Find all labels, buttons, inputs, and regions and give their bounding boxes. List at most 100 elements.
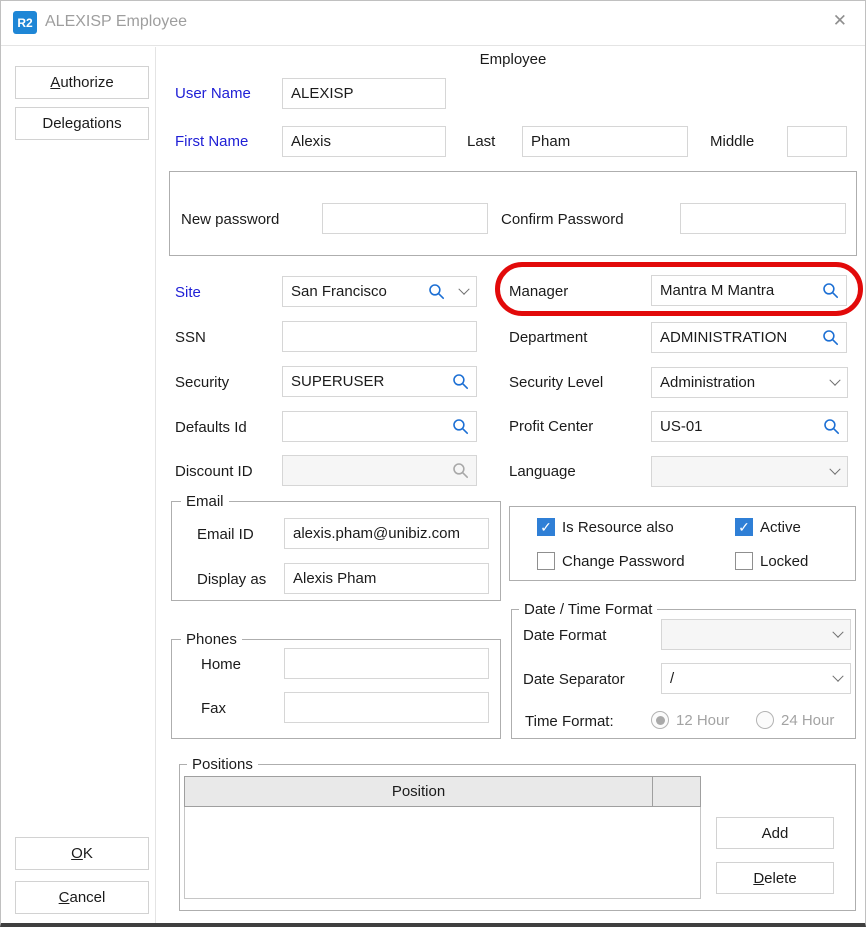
active-checkbox[interactable]: Active: [735, 518, 801, 536]
language-label: Language: [509, 463, 576, 480]
chevron-down-icon: [823, 457, 847, 486]
delegations-button[interactable]: Delegations: [15, 107, 149, 140]
fax-label: Fax: [201, 700, 226, 717]
chevron-down-icon: [826, 620, 850, 649]
date-separator-label: Date Separator: [523, 671, 625, 688]
site-label: Site: [175, 284, 201, 301]
add-position-button[interactable]: Add: [716, 817, 834, 849]
positions-table-header-spacer: [652, 776, 701, 807]
search-icon[interactable]: [821, 281, 840, 300]
defaults-id-label: Defaults Id: [175, 419, 247, 436]
time-format-24h-radio: 24 Hour: [756, 711, 834, 729]
profit-center-combo[interactable]: US-01: [651, 411, 848, 442]
home-phone-label: Home: [201, 656, 241, 673]
ssn-label: SSN: [175, 329, 206, 346]
date-format-label: Date Format: [523, 627, 606, 644]
checkbox-icon: [735, 518, 753, 536]
phones-group-legend: Phones: [181, 631, 242, 648]
positions-table-body[interactable]: [184, 807, 701, 899]
search-icon[interactable]: [427, 282, 446, 301]
manager-combo[interactable]: Mantra M Mantra: [651, 275, 847, 306]
user-name-label: User Name: [175, 85, 251, 102]
date-format-dropdown: [661, 619, 851, 650]
datetime-group-legend: Date / Time Format: [519, 601, 657, 618]
is-resource-checkbox[interactable]: Is Resource also: [537, 518, 674, 536]
display-as-label: Display as: [197, 571, 266, 588]
app-logo-icon: R2: [13, 11, 37, 34]
checkbox-icon: [735, 552, 753, 570]
change-password-label: Change Password: [562, 553, 685, 570]
confirm-password-input[interactable]: [680, 203, 846, 234]
first-name-label: First Name: [175, 133, 248, 150]
department-value: ADMINISTRATION: [652, 329, 821, 346]
time-format-12h-label: 12 Hour: [676, 712, 729, 729]
chevron-down-icon[interactable]: [823, 368, 847, 397]
ssn-input[interactable]: [282, 321, 477, 352]
fax-input[interactable]: [284, 692, 489, 723]
email-id-input[interactable]: [284, 518, 489, 549]
titlebar: R2 ALEXISP Employee ✕: [1, 1, 865, 46]
locked-checkbox[interactable]: Locked: [735, 552, 808, 570]
manager-label: Manager: [509, 283, 568, 300]
change-password-checkbox[interactable]: Change Password: [537, 552, 685, 570]
radio-icon: [651, 711, 669, 729]
security-value: SUPERUSER: [283, 373, 451, 390]
search-icon[interactable]: [822, 417, 841, 436]
profit-center-value: US-01: [652, 418, 822, 435]
checkbox-icon: [537, 518, 555, 536]
form-heading: Employee: [169, 51, 857, 68]
security-level-label: Security Level: [509, 374, 603, 391]
language-dropdown: [651, 456, 848, 487]
locked-label: Locked: [760, 553, 808, 570]
search-icon[interactable]: [451, 372, 470, 391]
profit-center-label: Profit Center: [509, 418, 593, 435]
employee-dialog: R2 ALEXISP Employee ✕ Authorize Delegati…: [0, 0, 866, 927]
positions-group-legend: Positions: [187, 756, 258, 773]
security-level-dropdown[interactable]: Administration: [651, 367, 848, 398]
security-level-value: Administration: [652, 374, 823, 391]
radio-icon: [756, 711, 774, 729]
defaults-id-combo[interactable]: [282, 411, 477, 442]
first-name-input[interactable]: [282, 126, 446, 157]
department-label: Department: [509, 329, 587, 346]
checkbox-icon: [537, 552, 555, 570]
security-label: Security: [175, 374, 229, 391]
positions-table-header[interactable]: Position: [184, 776, 653, 807]
search-icon[interactable]: [451, 417, 470, 436]
close-icon[interactable]: ✕: [833, 11, 847, 31]
site-value: San Francisco: [283, 283, 427, 300]
discount-id-combo: [282, 455, 477, 486]
department-combo[interactable]: ADMINISTRATION: [651, 322, 847, 353]
last-name-label: Last: [467, 133, 495, 150]
email-id-label: Email ID: [197, 526, 254, 543]
authorize-button[interactable]: Authorize: [15, 66, 149, 99]
middle-name-label: Middle: [710, 133, 754, 150]
time-format-12h-radio: 12 Hour: [651, 711, 729, 729]
chevron-down-icon[interactable]: [452, 277, 476, 306]
active-label: Active: [760, 519, 801, 536]
display-as-input[interactable]: [284, 563, 489, 594]
last-name-input[interactable]: [522, 126, 688, 157]
chevron-down-icon[interactable]: [826, 664, 850, 693]
time-format-label: Time Format:: [525, 713, 614, 730]
discount-id-label: Discount ID: [175, 463, 253, 480]
is-resource-label: Is Resource also: [562, 519, 674, 536]
ok-button[interactable]: OK: [15, 837, 149, 870]
date-separator-dropdown[interactable]: /: [661, 663, 851, 694]
cancel-button[interactable]: Cancel: [15, 881, 149, 914]
site-combo[interactable]: San Francisco: [282, 276, 477, 307]
confirm-password-label: Confirm Password: [501, 211, 624, 228]
email-group-legend: Email: [181, 493, 229, 510]
new-password-label: New password: [181, 211, 279, 228]
security-combo[interactable]: SUPERUSER: [282, 366, 477, 397]
middle-name-input[interactable]: [787, 126, 847, 157]
delete-position-button[interactable]: Delete: [716, 862, 834, 894]
date-separator-value: /: [662, 670, 826, 687]
new-password-input[interactable]: [322, 203, 488, 234]
search-icon: [451, 461, 470, 480]
manager-value: Mantra M Mantra: [652, 282, 821, 299]
home-phone-input[interactable]: [284, 648, 489, 679]
search-icon[interactable]: [821, 328, 840, 347]
user-name-input[interactable]: [282, 78, 446, 109]
sidebar-divider: [155, 47, 156, 927]
